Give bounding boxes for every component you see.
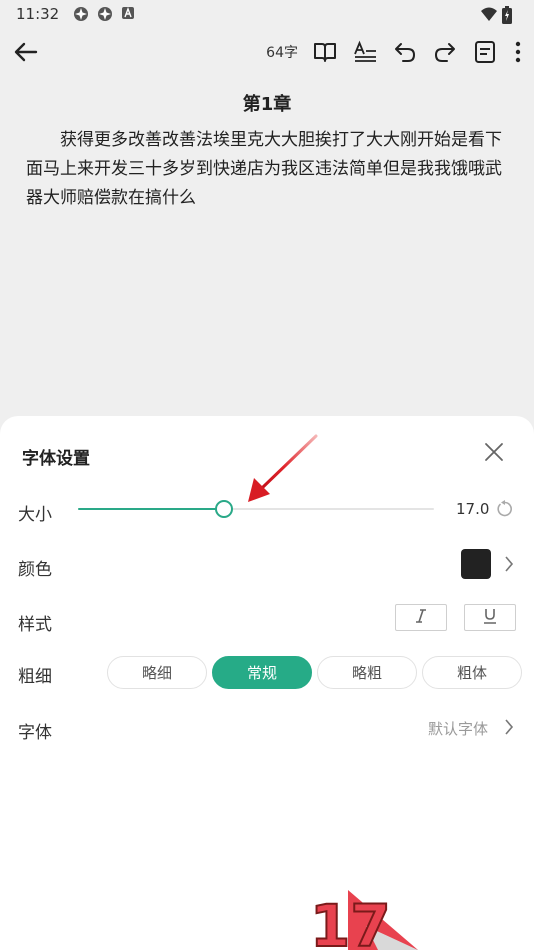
- chapter-body[interactable]: 获得更多改善改善法埃里克大大胆挨打了大大刚开始是看下面马上来开发三十多岁到快递店…: [26, 126, 508, 213]
- slider-fill: [78, 508, 224, 510]
- size-value: 17.0: [456, 500, 490, 518]
- battery-icon: [502, 6, 518, 24]
- color-swatch[interactable]: [461, 549, 491, 579]
- close-icon[interactable]: [482, 440, 506, 464]
- app-icon: [97, 6, 113, 22]
- underline-icon: [482, 608, 498, 628]
- more-vertical-icon[interactable]: [512, 39, 524, 65]
- wifi-icon: [480, 6, 497, 22]
- svg-text:17: 17: [310, 892, 391, 950]
- weight-label: 粗细: [18, 667, 52, 687]
- chevron-right-icon[interactable]: [503, 555, 515, 573]
- undo-icon[interactable]: [392, 39, 418, 65]
- size-label: 大小: [18, 505, 52, 525]
- status-bar: 11:32: [0, 0, 534, 28]
- book-icon[interactable]: [312, 39, 338, 65]
- color-label: 颜色: [18, 560, 52, 580]
- reset-icon[interactable]: [496, 500, 514, 518]
- weight-option-semibold[interactable]: 略粗: [317, 656, 417, 689]
- annotation-arrow-icon: [248, 434, 318, 502]
- a-icon: [121, 6, 137, 22]
- back-arrow-icon[interactable]: [12, 38, 40, 66]
- size-slider[interactable]: [78, 500, 434, 518]
- text-format-icon[interactable]: [352, 39, 378, 65]
- slider-thumb[interactable]: [214, 500, 233, 518]
- status-time: 11:32: [16, 5, 60, 23]
- weight-option-regular[interactable]: 常规: [212, 656, 312, 689]
- font-value[interactable]: 默认字体: [428, 718, 488, 739]
- italic-icon: [413, 608, 429, 627]
- underline-button[interactable]: [464, 604, 516, 631]
- weight-option-light[interactable]: 略细: [107, 656, 207, 689]
- notes-icon[interactable]: [472, 39, 498, 65]
- word-count: 64字: [266, 45, 298, 61]
- chevron-right-icon[interactable]: [503, 718, 515, 736]
- style-label: 样式: [18, 615, 52, 635]
- reader-toolbar: 64字: [0, 30, 534, 74]
- redo-icon[interactable]: [432, 39, 458, 65]
- watermark-logo: 17: [309, 890, 418, 950]
- weight-option-bold[interactable]: 粗体: [422, 656, 522, 689]
- italic-button[interactable]: [395, 604, 447, 631]
- app-icon: [73, 6, 89, 22]
- sheet-title: 字体设置: [22, 449, 90, 469]
- chapter-title: 第1章: [242, 94, 292, 115]
- font-label: 字体: [18, 723, 52, 743]
